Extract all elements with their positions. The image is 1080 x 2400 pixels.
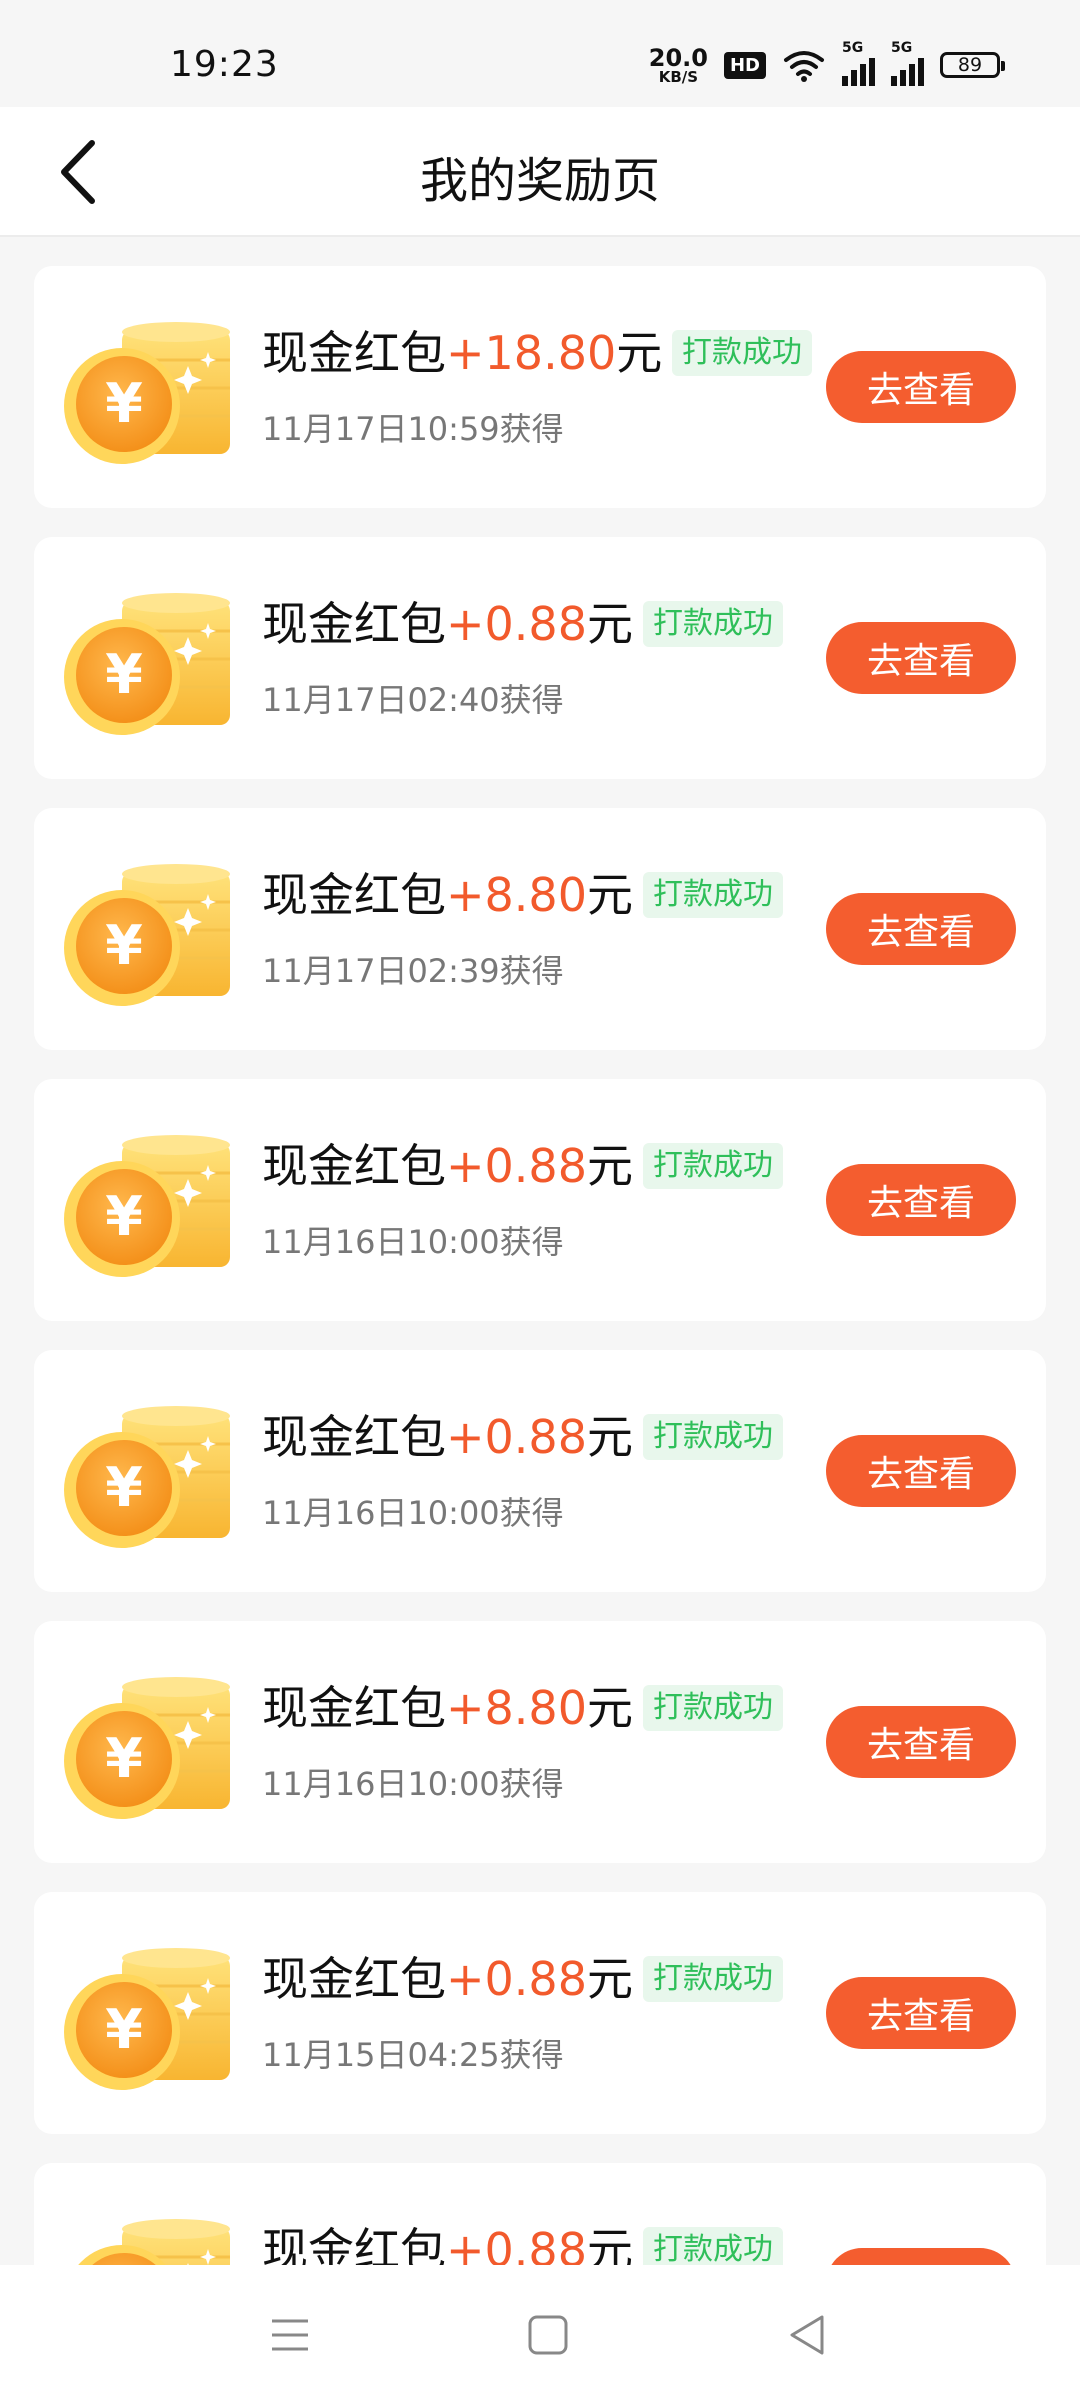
reward-unit: 元 [586,2223,633,2265]
reward-unit: 元 [586,1139,633,1193]
coin-stack-icon: ¥ [64,864,230,1006]
app-header: 我的奖励页 [0,107,1080,237]
payment-status-badge: 打款成功 [643,1143,783,1189]
coin-stack-icon: ¥ [64,1135,230,1277]
reward-card: ¥ 现金红包+8.80元 打款成功 11月17日02:39获得 去查看 [34,808,1046,1050]
reward-amount: +8.80 [446,868,587,922]
svg-text:¥: ¥ [105,643,143,706]
reward-time: 11月16日10:00获得 [262,1765,564,1803]
reward-unit: 元 [586,1952,633,2006]
reward-amount: +0.88 [446,1410,587,1464]
reward-card: ¥ 现金红包+8.80元 打款成功 11月16日10:00获得 去查看 [34,1621,1046,1863]
payment-status-badge: 打款成功 [643,601,783,647]
battery-icon: 89 [940,52,1005,78]
reward-card: ¥ 现金红包+0.88元 打款成功 11月15日04:25获得 去查看 [34,1892,1046,2134]
reward-time: 11月16日10:00获得 [262,1494,564,1532]
reward-card: ¥ 现金红包+0.88元 打款成功 去查看 [34,2163,1046,2265]
coin-stack-icon: ¥ [78,2219,230,2265]
svg-text:¥: ¥ [105,1185,143,1248]
reward-time: 11月17日02:39获得 [262,952,564,990]
coin-stack-icon: ¥ [64,322,230,464]
reward-amount: +8.80 [446,1681,587,1735]
view-button[interactable]: 去查看 [826,1164,1016,1236]
payment-status-badge: 打款成功 [643,872,783,918]
reward-title: 现金红包+8.80元 [262,1683,633,1734]
reward-unit: 元 [586,1410,633,1464]
coin-stack-icon: ¥ [64,1406,230,1548]
view-button[interactable]: 去查看 [826,1977,1016,2049]
reward-title: 现金红包+0.88元 [262,1141,633,1192]
reward-unit: 元 [616,326,663,380]
reward-amount: +0.88 [446,1139,587,1193]
coin-stack-icon: ¥ [64,593,230,735]
payment-status-badge: 打款成功 [643,1956,783,2002]
payment-status-badge: 打款成功 [643,1414,783,1460]
reward-time: 11月15日04:25获得 [262,2036,564,2074]
reward-title: 现金红包+0.88元 [262,599,633,650]
system-nav-bar [0,2265,1080,2400]
payment-status-badge: 打款成功 [643,1685,783,1731]
svg-text:¥: ¥ [105,1727,143,1790]
reward-title: 现金红包+8.80元 [262,870,633,921]
view-button[interactable]: 去查看 [826,893,1016,965]
reward-type: 现金红包 [262,1410,446,1464]
reward-type: 现金红包 [262,1681,446,1735]
reward-unit: 元 [586,1681,633,1735]
reward-time: 11月16日10:00获得 [262,1223,564,1261]
status-icons: 20.0 KB/S HD 5G 5G 89 [649,40,1005,88]
battery-level: 89 [957,54,983,76]
reward-list[interactable]: ¥ 现金红包+18.80元 打款成功 11月17日10:59获得 去查看 ¥ 现… [34,266,1046,2265]
view-button[interactable]: 去查看 [826,351,1016,423]
reward-type: 现金红包 [262,597,446,651]
coin-stack-icon: ¥ [64,1948,230,2090]
reward-card: ¥ 现金红包+0.88元 打款成功 11月16日10:00获得 去查看 [34,1350,1046,1592]
view-button[interactable]: 去查看 [826,1435,1016,1507]
status-time: 19:23 [170,44,279,85]
reward-type: 现金红包 [262,868,446,922]
reward-amount: +18.80 [446,326,617,380]
signal-label-2: 5G [891,40,913,56]
reward-type: 现金红包 [262,1952,446,2006]
payment-status-badge: 打款成功 [672,330,812,376]
coin-stack-icon: ¥ [64,1677,230,1819]
home-square-icon[interactable] [518,2305,578,2365]
network-speed-unit: KB/S [658,67,699,86]
reward-amount: +0.88 [446,1952,587,2006]
reward-title: 现金红包+0.88元 [262,1954,633,2005]
reward-card: ¥ 现金红包+0.88元 打款成功 11月17日02:40获得 去查看 [34,537,1046,779]
reward-amount: +0.88 [446,597,587,651]
reward-unit: 元 [586,597,633,651]
signal-icon-1: 5G [842,40,875,86]
reward-unit: 元 [586,868,633,922]
svg-text:¥: ¥ [105,372,143,435]
svg-text:¥: ¥ [105,914,143,977]
reward-card: ¥ 现金红包+0.88元 打款成功 11月16日10:00获得 去查看 [34,1079,1046,1321]
reward-type: 现金红包 [262,2223,446,2265]
hd-icon: HD [723,51,766,79]
page-title: 我的奖励页 [419,153,660,209]
svg-text:¥: ¥ [105,1998,143,2061]
reward-title: 现金红包+0.88元 [262,1412,633,1463]
reward-card: ¥ 现金红包+18.80元 打款成功 11月17日10:59获得 去查看 [34,266,1046,508]
reward-title: 现金红包+0.88元 [262,2225,633,2265]
network-speed: 20.0 KB/S [649,46,708,85]
svg-text:¥: ¥ [105,1456,143,1519]
signal-label-1: 5G [842,40,864,56]
status-bar: 19:23 20.0 KB/S HD 5G 5G 89 [0,0,1080,107]
reward-title: 现金红包+18.80元 [262,328,662,379]
view-button[interactable]: 去查看 [826,1706,1016,1778]
reward-time: 11月17日10:59获得 [262,410,564,448]
network-speed-value: 20.0 [648,43,708,72]
back-triangle-icon[interactable] [778,2305,838,2365]
payment-status-badge: 打款成功 [643,2227,783,2265]
reward-amount: +0.88 [446,2223,587,2265]
view-button[interactable]: 去查看 [826,2248,1016,2265]
wifi-icon [784,51,824,82]
reward-type: 现金红包 [262,326,446,380]
view-button[interactable]: 去查看 [826,622,1016,694]
reward-type: 现金红包 [262,1139,446,1193]
signal-icon-2: 5G [891,40,924,86]
menu-icon[interactable] [260,2305,320,2365]
reward-time: 11月17日02:40获得 [262,681,564,719]
